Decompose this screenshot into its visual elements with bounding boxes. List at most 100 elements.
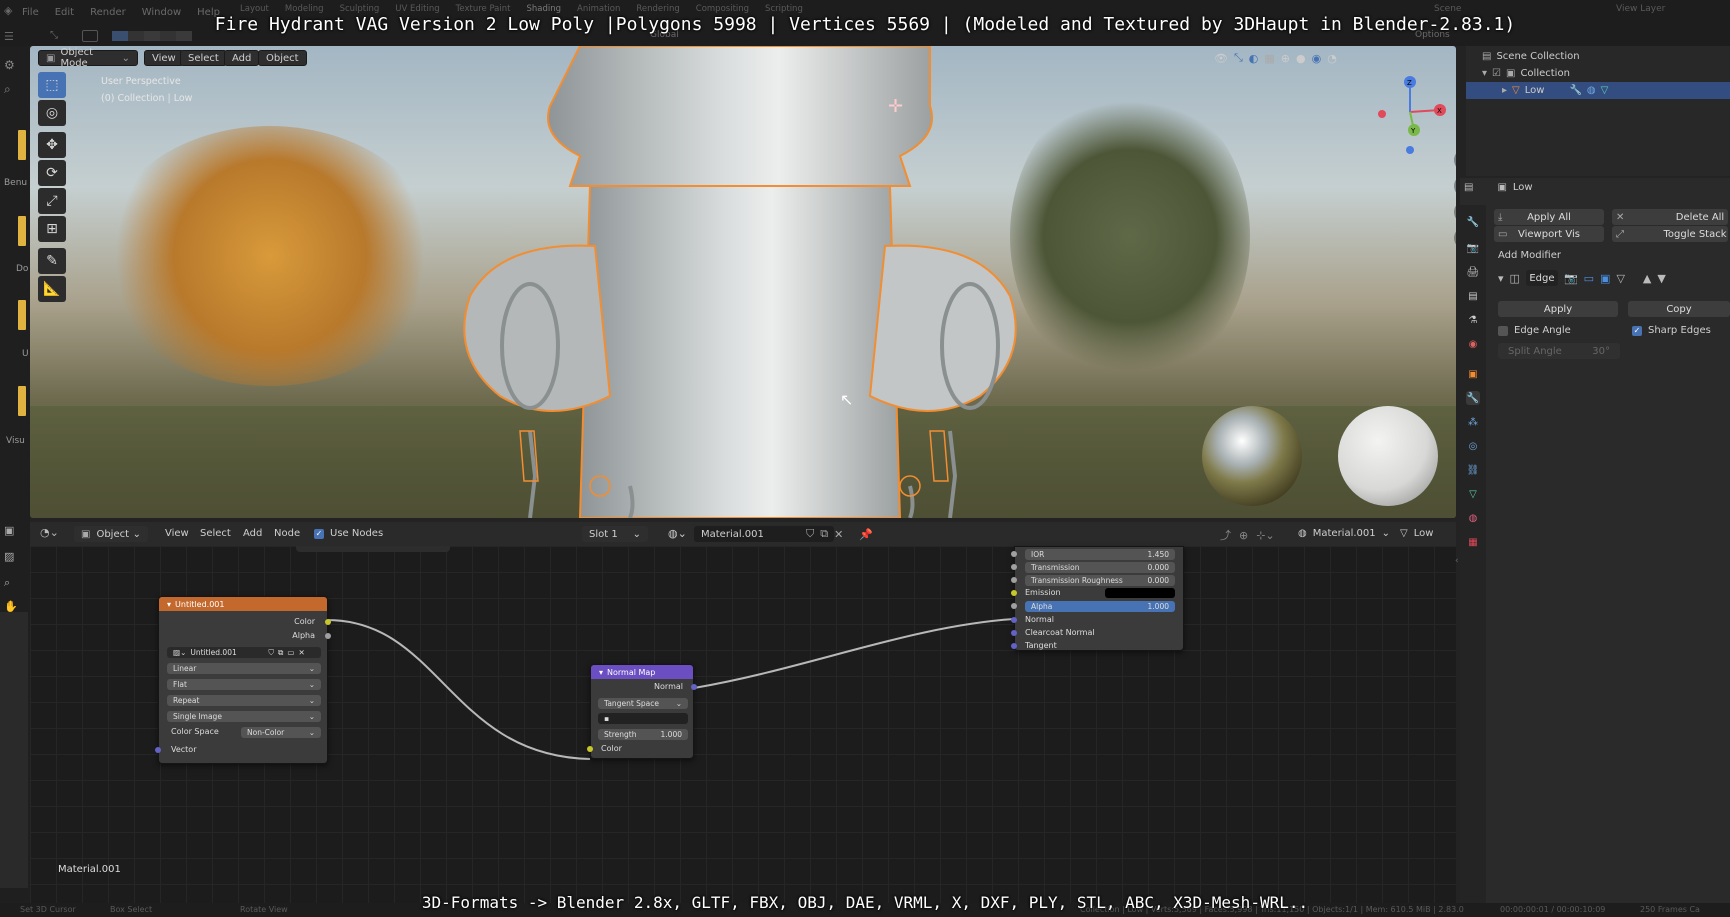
source-dropdown[interactable]: Single Image ⌄ bbox=[167, 711, 321, 722]
editor-type-icon[interactable]: ▤ bbox=[1464, 182, 1473, 193]
breadcrumb-object[interactable]: Low bbox=[1414, 528, 1434, 539]
node-editor[interactable]: ▾ Untitled.001 Color Alpha ▨⌄ Untitled.001… bbox=[30, 546, 1459, 908]
measure-tool-icon[interactable]: 📐 bbox=[38, 276, 66, 302]
transmission-roughness-socket[interactable] bbox=[1011, 577, 1017, 583]
data-tab-icon[interactable]: ▽ bbox=[1466, 487, 1480, 501]
collection-row[interactable]: ▾ ☑ ▣ Collection bbox=[1482, 65, 1570, 82]
color-input-socket[interactable] bbox=[587, 746, 593, 752]
viewport-menu-object[interactable]: Object bbox=[258, 50, 307, 66]
tab-texture-paint[interactable]: Texture Paint bbox=[456, 4, 511, 14]
fake-user-icon[interactable]: ⛉ bbox=[806, 527, 814, 541]
toggle-stack-button[interactable]: ⤢ Toggle Stack bbox=[1612, 226, 1728, 242]
viewport-vis-button[interactable]: ▭ Viewport Vis bbox=[1494, 226, 1604, 242]
color-socket[interactable] bbox=[325, 619, 331, 625]
tab-rendering[interactable]: Rendering bbox=[636, 4, 679, 14]
image-name-field[interactable]: Untitled.001 bbox=[190, 648, 264, 657]
close-icon[interactable]: ✕ bbox=[834, 528, 843, 541]
snap-target-icon[interactable]: ⊹⌄ bbox=[1256, 529, 1274, 542]
xray-icon[interactable]: ▦ bbox=[1264, 52, 1274, 65]
scene-selector[interactable]: Scene bbox=[1434, 4, 1461, 14]
folder-icon[interactable]: ▭ bbox=[287, 648, 294, 657]
delete-all-button[interactable]: ✕ Delete All bbox=[1612, 209, 1728, 225]
scene-tab-icon[interactable]: ⚗ bbox=[1466, 313, 1480, 327]
tab-compositing[interactable]: Compositing bbox=[696, 4, 749, 14]
add-modifier-dropdown[interactable]: Add Modifier bbox=[1498, 250, 1561, 261]
alpha-field[interactable]: Alpha 1.000 bbox=[1025, 601, 1175, 612]
interpolation-dropdown[interactable]: Linear ⌄ bbox=[167, 663, 321, 674]
normal-input-socket[interactable] bbox=[1011, 617, 1017, 623]
image-browse-icon[interactable]: ▨⌄ bbox=[173, 648, 186, 657]
outliner-object-row[interactable]: ▸ ▽ Low 🔧 ◍ ▽ bbox=[1466, 82, 1730, 99]
space-dropdown[interactable]: Tangent Space ⌄ bbox=[598, 698, 688, 709]
strength-field[interactable]: Strength 1.000 bbox=[598, 729, 688, 740]
alpha-socket[interactable] bbox=[1011, 603, 1017, 609]
tab-scripting[interactable]: Scripting bbox=[765, 4, 803, 14]
slot-dropdown[interactable]: Slot 1 ⌄ bbox=[582, 526, 648, 542]
apply-all-button[interactable]: ⤓ Apply All bbox=[1494, 209, 1604, 225]
node-menu-add[interactable]: Add bbox=[243, 528, 262, 539]
clearcoat-normal-socket[interactable] bbox=[1011, 630, 1017, 636]
alpha-socket[interactable] bbox=[325, 633, 331, 639]
shader-type-dropdown[interactable]: ▣ Object ⌄ bbox=[74, 526, 148, 542]
zoom-icon[interactable]: ⌕ bbox=[4, 576, 10, 590]
editmode-icon[interactable]: ▣ bbox=[1600, 272, 1610, 285]
node-menu-node[interactable]: Node bbox=[274, 528, 300, 539]
3d-viewport[interactable]: ✛ ▣ Object Mode ⌄ View Select Add Object U… bbox=[30, 46, 1456, 518]
scale-tool-icon[interactable]: ⤢ bbox=[38, 188, 66, 214]
tab-layout[interactable]: Layout bbox=[240, 4, 269, 14]
emission-socket[interactable] bbox=[1011, 590, 1017, 596]
transform-tool-icon[interactable]: ⊞ bbox=[38, 216, 66, 242]
apply-button[interactable]: Apply bbox=[1498, 301, 1618, 317]
collapse-icon[interactable]: ▾ bbox=[599, 668, 603, 677]
output-tab-icon[interactable]: 🖨 bbox=[1466, 265, 1480, 279]
constraints-tab-icon[interactable]: ⛓ bbox=[1466, 463, 1480, 477]
navigation-gizmo[interactable]: Z X Y bbox=[1370, 70, 1450, 160]
rendered-shading-icon[interactable]: ◔ bbox=[1327, 52, 1337, 65]
sharp-edges-checkbox[interactable]: ✓ bbox=[1632, 325, 1642, 336]
vector-socket[interactable] bbox=[155, 747, 161, 753]
texture-tab-icon[interactable]: ▦ bbox=[1466, 535, 1480, 549]
world-tab-icon[interactable]: ◉ bbox=[1466, 337, 1480, 351]
editor-type-icon[interactable]: ◔⌄ bbox=[40, 526, 59, 539]
ior-field[interactable]: IOR 1.450 bbox=[1025, 549, 1175, 560]
pin-icon[interactable]: 📌 bbox=[859, 528, 873, 541]
wireframe-shading-icon[interactable]: ⊕ bbox=[1281, 52, 1290, 65]
duplicate-icon[interactable]: ⧉ bbox=[820, 527, 828, 541]
duplicate-icon[interactable]: ⧉ bbox=[278, 648, 283, 658]
material-tab-icon[interactable]: ◍ bbox=[1466, 511, 1480, 525]
uv-map-field[interactable]: ▪ bbox=[598, 713, 688, 724]
tab-shading[interactable]: Shading bbox=[526, 4, 561, 14]
viewport-menu-view[interactable]: View bbox=[144, 50, 184, 66]
visibility-icon[interactable]: 👁 bbox=[1214, 52, 1228, 65]
camera-render-icon[interactable]: 📷 bbox=[1564, 272, 1578, 285]
breadcrumb-material[interactable]: Material.001 bbox=[1313, 528, 1376, 539]
render-tab-icon[interactable]: 📷 bbox=[1466, 241, 1480, 255]
sidebar-toggle-icon[interactable]: ‹ bbox=[1455, 556, 1459, 566]
material-shading-icon[interactable]: ◉ bbox=[1312, 52, 1322, 65]
node-menu-view[interactable]: View bbox=[165, 528, 189, 539]
monitor-icon[interactable]: ▭ bbox=[1584, 272, 1594, 285]
emission-color-swatch[interactable] bbox=[1105, 588, 1175, 598]
solid-shading-icon[interactable]: ● bbox=[1296, 52, 1306, 65]
transmission-field[interactable]: Transmission 0.000 bbox=[1025, 562, 1175, 573]
use-nodes-toggle[interactable]: ✓ Use Nodes bbox=[314, 528, 383, 539]
view-layer-selector[interactable]: View Layer bbox=[1616, 4, 1665, 14]
view-layer-tab-icon[interactable]: ▤ bbox=[1466, 289, 1480, 303]
gizmo-toggle-icon[interactable]: ⤡ bbox=[1234, 51, 1243, 65]
snap-icon[interactable]: ⊕ bbox=[1239, 529, 1248, 542]
cursor-tool-icon[interactable]: ◎ bbox=[38, 100, 66, 126]
search-icon[interactable]: ⌕ bbox=[4, 82, 11, 97]
tools-icon[interactable]: ⚙ bbox=[4, 58, 15, 72]
tab-animation[interactable]: Animation bbox=[577, 4, 620, 14]
editor-type-icon[interactable]: ▣ bbox=[4, 524, 14, 537]
parent-icon[interactable]: ⤴ bbox=[1220, 527, 1231, 543]
move-tool-icon[interactable]: ✥ bbox=[38, 132, 66, 158]
principled-bsdf-node[interactable]: IOR 1.450 Transmission 0.000 Transmission … bbox=[1011, 546, 1184, 651]
edge-angle-option[interactable]: Edge Angle bbox=[1498, 325, 1571, 336]
material-browse-icon[interactable]: ◍⌄ bbox=[668, 527, 687, 540]
mode-dropdown[interactable]: ▣ Object Mode ⌄ bbox=[38, 47, 138, 69]
modifier-name-field[interactable]: Edge bbox=[1525, 270, 1558, 286]
physics-tab-icon[interactable]: ◎ bbox=[1466, 439, 1480, 453]
transmission-socket[interactable] bbox=[1011, 564, 1017, 570]
extension-dropdown[interactable]: Repeat ⌄ bbox=[167, 695, 321, 706]
